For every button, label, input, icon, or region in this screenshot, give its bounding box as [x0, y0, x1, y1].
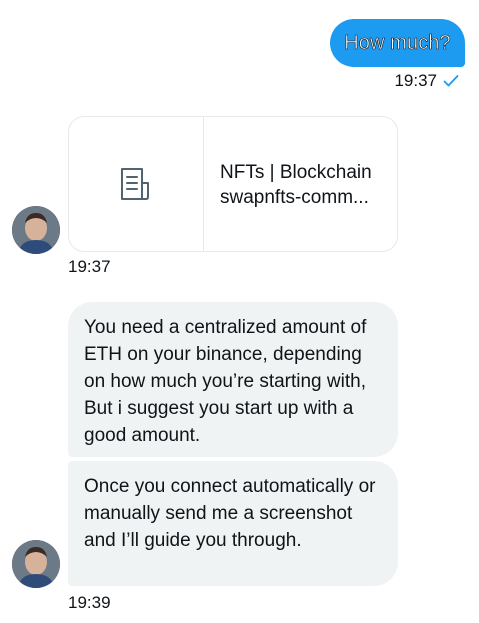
outgoing-message-bubble[interactable]: How much?: [330, 19, 465, 67]
link-preview-domain: swapnfts-comm...: [220, 187, 369, 208]
avatar[interactable]: [12, 540, 60, 588]
outgoing-message-time: 19:37: [394, 71, 437, 90]
avatar-image: [12, 206, 60, 254]
outgoing-message-text: How much?: [344, 31, 451, 54]
avatar-image: [12, 540, 60, 588]
outgoing-message-meta: 19:37: [394, 71, 459, 91]
card-message-time: 19:37: [68, 257, 111, 276]
document-icon: [121, 168, 149, 200]
avatar[interactable]: [12, 206, 60, 254]
incoming-message-bubble[interactable]: Once you connect automatically or manual…: [68, 461, 398, 586]
check-icon: [443, 75, 459, 87]
incoming-message-text: Once you connect automatically or manual…: [84, 476, 376, 551]
incoming-message-bubble[interactable]: You need a centralized amount of ETH on …: [68, 302, 398, 457]
link-preview-card[interactable]: NFTs | Blockchain swapnfts-comm...: [68, 116, 398, 252]
incoming-message-text: You need a centralized amount of ETH on …: [84, 317, 367, 446]
link-preview-body: NFTs | Blockchain swapnfts-comm...: [204, 117, 372, 251]
link-preview-thumbnail: [69, 117, 204, 251]
link-preview-title: NFTs | Blockchain: [220, 162, 372, 183]
messages-time: 19:39: [68, 593, 111, 612]
